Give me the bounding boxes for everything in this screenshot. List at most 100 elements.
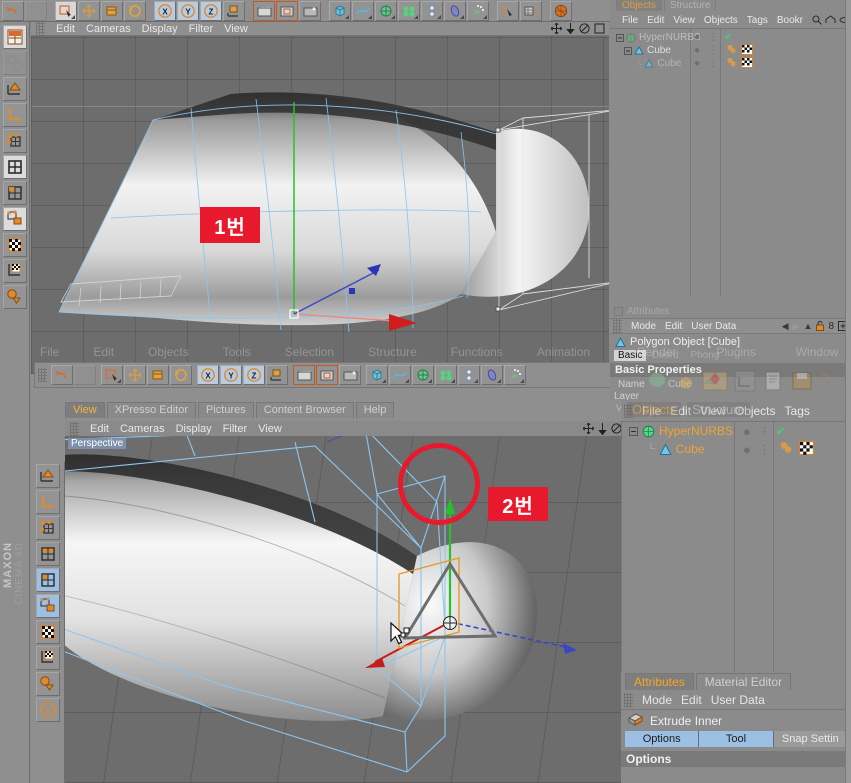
home-icon[interactable] bbox=[825, 15, 836, 25]
ellipse-button[interactable] bbox=[444, 0, 466, 21]
lock-x-axis-button[interactable]: X bbox=[154, 0, 176, 21]
dot-col-ba-1[interactable]: ● bbox=[743, 442, 751, 457]
objects-top-menu-objects[interactable]: Objects bbox=[704, 15, 738, 26]
lower-zoom-view-icon[interactable] bbox=[598, 422, 607, 435]
render-view-button[interactable] bbox=[253, 0, 275, 21]
attr-tab-phong[interactable]: Phong bbox=[686, 350, 723, 361]
lower-move-view-icon[interactable] bbox=[583, 423, 594, 434]
texture-checker-button[interactable] bbox=[2, 233, 27, 257]
attributes-top-menu-mode[interactable]: Mode bbox=[631, 321, 656, 332]
objects-bottom-menu-objects[interactable]: Objects bbox=[735, 404, 776, 418]
lower-render-settings-button[interactable] bbox=[339, 365, 361, 385]
tab-material-editor[interactable]: Material Editor bbox=[695, 673, 792, 690]
lower-render-region-button[interactable] bbox=[316, 365, 338, 385]
search-icon[interactable] bbox=[812, 15, 822, 25]
forward-arrow-icon[interactable]: ▶ bbox=[793, 321, 800, 332]
viewport-top-menu-edit[interactable]: Edit bbox=[56, 23, 75, 35]
texture-axis-button[interactable] bbox=[2, 259, 27, 283]
expand-toggle-icon-2[interactable] bbox=[624, 46, 632, 55]
maximize-view-icon[interactable] bbox=[594, 23, 605, 34]
lower-menu-edit[interactable]: Edit bbox=[90, 423, 109, 435]
world-object-coordinate-button[interactable] bbox=[223, 0, 245, 21]
render-region-button[interactable] bbox=[276, 0, 298, 21]
layout-mode-button[interactable] bbox=[2, 25, 27, 49]
lower-add-spline-button[interactable] bbox=[389, 365, 411, 385]
particles-button[interactable] bbox=[467, 0, 489, 21]
objects-top-menu-tags[interactable]: Tags bbox=[747, 15, 768, 26]
dot-col-b-0[interactable]: ⋮ bbox=[708, 32, 718, 43]
lower-particles-button[interactable] bbox=[504, 365, 526, 385]
model-axis-button[interactable] bbox=[2, 103, 27, 127]
objects-top-menu-view[interactable]: View bbox=[673, 15, 695, 26]
tab-xpresso-editor[interactable]: XPresso Editor bbox=[106, 402, 197, 418]
tab-content-browser[interactable]: Content Browser bbox=[255, 402, 354, 418]
add-spline-button[interactable] bbox=[352, 0, 374, 21]
undo-button[interactable] bbox=[2, 0, 24, 21]
rotate-view-icon[interactable] bbox=[579, 23, 590, 34]
nurbs-button[interactable] bbox=[375, 0, 397, 21]
lower-rotate-tool[interactable] bbox=[170, 365, 192, 385]
material-sphere-button[interactable] bbox=[550, 0, 572, 21]
checker-tag-icon-b1[interactable] bbox=[798, 440, 815, 458]
lower-lock-y-axis-button[interactable]: Y bbox=[220, 365, 242, 385]
lower-world-coordinate-button[interactable] bbox=[266, 365, 288, 385]
objects-top-menu-file[interactable]: File bbox=[622, 15, 638, 26]
visible-check-icon-0[interactable]: ✔ bbox=[724, 32, 732, 43]
objects-bottom-gripper[interactable] bbox=[624, 403, 633, 418]
attributes-bottom-menu-edit[interactable]: Edit bbox=[681, 693, 702, 707]
attributes-top-menu-userdata[interactable]: User Data bbox=[691, 321, 736, 332]
attr-tab-coord[interactable]: Coord. bbox=[647, 350, 685, 361]
attributes-top-menu-edit[interactable]: Edit bbox=[665, 321, 682, 332]
polygon-mode-button[interactable] bbox=[2, 181, 27, 205]
checker-tag-icon-2[interactable] bbox=[741, 56, 753, 71]
texture-checker-button-2[interactable] bbox=[35, 620, 60, 644]
magnet-tool-button[interactable] bbox=[497, 0, 519, 21]
lower-viewport-menu-gripper[interactable] bbox=[70, 421, 79, 436]
lower-toolbar-gripper[interactable] bbox=[38, 368, 47, 382]
lower-nurbs-button[interactable] bbox=[412, 365, 434, 385]
objects-top-menu-edit[interactable]: Edit bbox=[647, 15, 664, 26]
add-cube-button[interactable] bbox=[329, 0, 351, 21]
move-view-icon[interactable] bbox=[551, 23, 562, 34]
array-button[interactable] bbox=[398, 0, 420, 21]
live-selection-tool[interactable] bbox=[55, 0, 77, 21]
lock-y-axis-button[interactable]: Y bbox=[177, 0, 199, 21]
objects-bottom-row-cube[interactable]: └ Cube ● ⋮ bbox=[621, 440, 851, 458]
material-tag-icon-2[interactable] bbox=[726, 57, 738, 70]
tool-button[interactable]: Tool bbox=[699, 731, 774, 747]
back-arrow-icon[interactable]: ◀ bbox=[782, 321, 789, 332]
window-right-edge[interactable] bbox=[845, 0, 851, 783]
lower-live-selection-tool[interactable] bbox=[101, 365, 123, 385]
lower-lock-x-axis-button[interactable]: X bbox=[197, 365, 219, 385]
lower-array-button[interactable] bbox=[435, 365, 457, 385]
lower-scale-tool[interactable] bbox=[147, 365, 169, 385]
perspective-viewport-bottom[interactable]: Perspective bbox=[65, 436, 641, 783]
view-sphere-button[interactable] bbox=[2, 51, 27, 75]
visible-check-icon-b0[interactable]: ✔ bbox=[776, 424, 786, 438]
edge-mode-button-2[interactable] bbox=[35, 542, 60, 566]
lower-move-tool[interactable] bbox=[124, 365, 146, 385]
dot-col-bb-0[interactable]: ⋮ bbox=[759, 425, 770, 438]
point-mode-button[interactable] bbox=[2, 129, 27, 153]
lock-z-axis-button[interactable]: Z bbox=[200, 0, 222, 21]
viewport-top-menu-view[interactable]: View bbox=[224, 23, 248, 35]
objects-bottom-menu-file[interactable]: File bbox=[642, 404, 661, 418]
objects-bottom-row-hypernurbs[interactable]: HyperNURBS ● ⋮ ✔ bbox=[621, 422, 851, 440]
rotate-tool[interactable] bbox=[124, 0, 146, 21]
up-arrow-icon[interactable]: ▲ bbox=[804, 321, 813, 331]
attributes-bottom-gripper[interactable] bbox=[624, 692, 633, 707]
viewport-top-menu-gripper[interactable] bbox=[36, 21, 45, 36]
attributes-top-gripper[interactable] bbox=[613, 319, 622, 333]
objects-top-row-hypernurbs[interactable]: HyperNURBS ● ⋮ ✔ bbox=[610, 31, 851, 44]
redo-button[interactable] bbox=[25, 0, 47, 21]
lower-add-cube-button[interactable] bbox=[366, 365, 388, 385]
object-axis-button[interactable] bbox=[2, 207, 27, 231]
dot-col-b-1[interactable]: ⋮ bbox=[708, 45, 718, 56]
workplane-button[interactable] bbox=[2, 285, 27, 309]
lower-deformer-button[interactable] bbox=[458, 365, 480, 385]
lower-redo-button[interactable] bbox=[74, 365, 96, 385]
expand-toggle-icon-b1[interactable] bbox=[629, 426, 638, 436]
move-manipulator-bottom[interactable] bbox=[65, 436, 641, 783]
dot-col-a-0[interactable]: ● bbox=[694, 32, 700, 43]
lower-menu-filter[interactable]: Filter bbox=[223, 423, 247, 435]
